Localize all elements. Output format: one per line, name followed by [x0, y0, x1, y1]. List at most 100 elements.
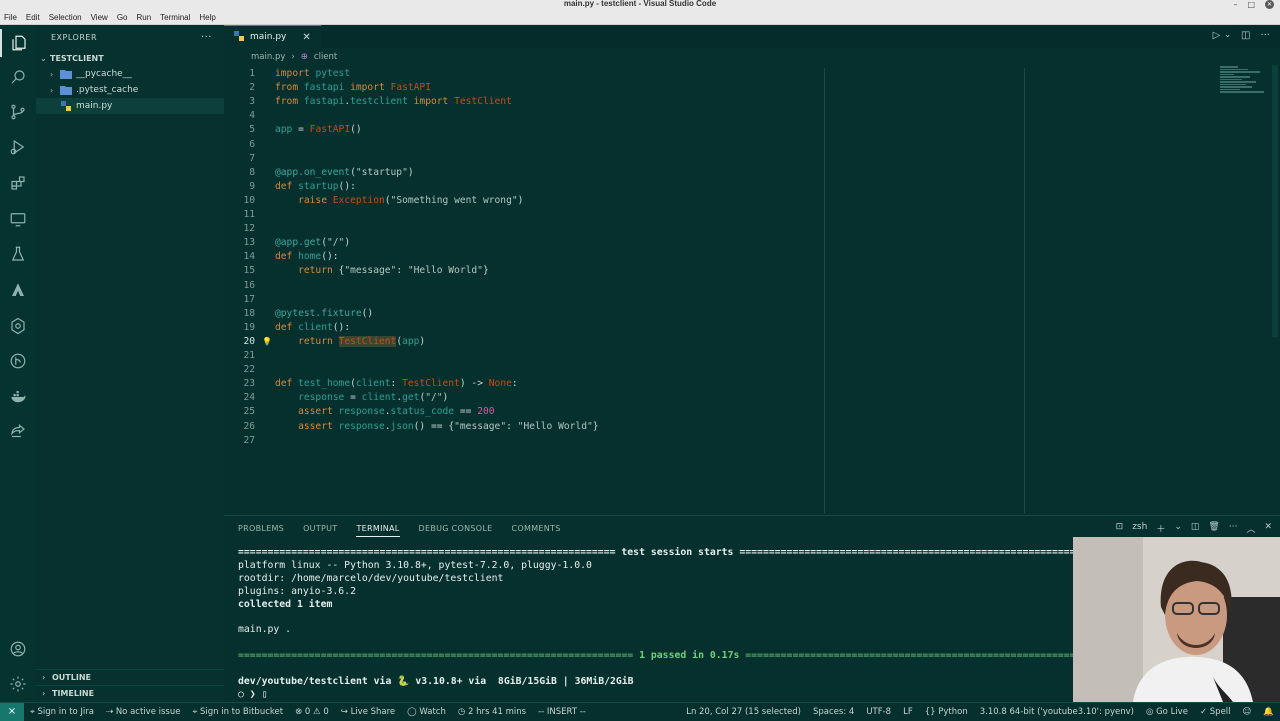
settings-gear-icon[interactable]	[0, 670, 36, 698]
menu-file[interactable]: File	[4, 13, 17, 22]
status-jira[interactable]: ⌖ Sign in to Jira	[24, 707, 100, 717]
status-language[interactable]: {} Python	[919, 707, 974, 717]
tree-item-main-py[interactable]: main.py	[36, 98, 224, 114]
terminal-input[interactable]: ○ ❯ ▯	[238, 689, 1140, 702]
code-line[interactable]: 23 def test_home(client: TestClient) -> N…	[224, 377, 1124, 391]
testing-icon[interactable]	[0, 240, 36, 268]
code-line[interactable]: 2 from fastapi import FastAPI	[224, 81, 1124, 95]
code-line[interactable]: 4	[224, 109, 1124, 123]
breadcrumb-file[interactable]: main.py	[251, 52, 285, 62]
explorer-icon[interactable]	[0, 29, 36, 57]
source-control-icon[interactable]	[0, 98, 36, 126]
status-encoding[interactable]: UTF-8	[860, 707, 897, 717]
code-line[interactable]: 1 import pytest	[224, 67, 1124, 81]
code-line[interactable]: 13 @app.get("/")	[224, 236, 1124, 250]
chevron-down-icon[interactable]: ⌄	[1174, 522, 1182, 535]
status-interpreter[interactable]: 3.10.8 64-bit ('youtube3.10': pyenv)	[974, 707, 1140, 717]
split-editor-icon[interactable]: ◫	[1241, 30, 1250, 41]
close-tab-icon[interactable]: ✕	[302, 32, 310, 43]
notifications-bell-icon[interactable]: 🔔	[1257, 707, 1280, 717]
status-issue[interactable]: ⇢ No active issue	[100, 707, 186, 717]
editor-scrollbar[interactable]	[1272, 65, 1278, 337]
project-folder[interactable]: ⌄ TESTCLIENT	[36, 50, 224, 66]
code-line[interactable]: 16	[224, 279, 1124, 293]
menu-edit[interactable]: Edit	[26, 13, 40, 22]
remote-indicator-icon[interactable]: ⨯	[0, 702, 24, 721]
minimap[interactable]	[1210, 65, 1280, 125]
tab-main-py[interactable]: main.py ✕	[224, 25, 321, 48]
tab-debug-console[interactable]: DEBUG CONSOLE	[419, 524, 493, 533]
menu-selection[interactable]: Selection	[49, 13, 82, 22]
code-line[interactable]: 11	[224, 208, 1124, 222]
chevron-down-icon[interactable]: ⌄	[1224, 30, 1231, 41]
code-line[interactable]: 18 @pytest.fixture()	[224, 307, 1124, 321]
tab-comments[interactable]: COMMENTS	[512, 524, 561, 533]
shell-name[interactable]: zsh	[1132, 522, 1147, 535]
account-icon[interactable]	[0, 635, 36, 663]
code-line[interactable]: 26 assert response.json() == {"message":…	[224, 420, 1124, 434]
tab-terminal[interactable]: TERMINAL	[356, 524, 400, 537]
code-line[interactable]: 17	[224, 293, 1124, 307]
status-problems[interactable]: ⊗ 0 ⚠ 0	[289, 707, 335, 717]
code-line[interactable]: 24 response = client.get("/")	[224, 391, 1124, 405]
menu-run[interactable]: Run	[136, 13, 151, 22]
tab-output[interactable]: OUTPUT	[303, 524, 337, 533]
lightbulb-icon[interactable]: 💡	[262, 335, 272, 349]
live-share-icon[interactable]	[0, 418, 36, 446]
code-line[interactable]: 21	[224, 349, 1124, 363]
terminal-output[interactable]: ========================================…	[238, 547, 1140, 702]
tree-item-pycache[interactable]: › __pycache__	[36, 66, 224, 82]
more-actions-icon[interactable]: ···	[1260, 30, 1270, 41]
tab-problems[interactable]: PROBLEMS	[238, 524, 284, 533]
menu-view[interactable]: View	[91, 13, 108, 22]
code-line[interactable]: 8 @app.on_event("startup")	[224, 166, 1124, 180]
new-terminal-icon[interactable]: ＋	[1156, 522, 1165, 535]
menu-go[interactable]: Go	[117, 13, 128, 22]
more-actions-icon[interactable]: ···	[201, 32, 212, 43]
git-graph-icon[interactable]	[0, 347, 36, 375]
code-line[interactable]: 10 raise Exception("Something went wrong…	[224, 194, 1124, 208]
status-spell[interactable]: ✓ Spell	[1194, 707, 1237, 717]
code-line[interactable]: 15 return {"message": "Hello World"}	[224, 264, 1124, 278]
maximize-icon[interactable]: □	[1247, 0, 1255, 9]
status-golive[interactable]: ◎ Go Live	[1140, 707, 1194, 717]
status-spaces[interactable]: Spaces: 4	[807, 707, 860, 717]
outline-section[interactable]: › OUTLINE	[36, 669, 224, 685]
minimize-icon[interactable]: –	[1233, 0, 1237, 9]
docker-icon[interactable]	[0, 383, 36, 411]
code-line[interactable]: 14 def home():	[224, 250, 1124, 264]
trash-icon[interactable]: 🗑	[1208, 522, 1219, 535]
search-icon[interactable]	[0, 63, 36, 91]
close-panel-icon[interactable]: ✕	[1264, 522, 1272, 535]
status-liveshare[interactable]: ↪ Live Share	[335, 707, 401, 717]
code-line[interactable]: 3 from fastapi.testclient import TestClie…	[224, 95, 1124, 109]
menu-help[interactable]: Help	[199, 13, 215, 22]
timeline-section[interactable]: › TIMELINE	[36, 685, 224, 701]
gitlens-icon[interactable]	[0, 312, 36, 340]
code-line[interactable]: 25 assert response.status_code == 200	[224, 405, 1124, 419]
breadcrumb-symbol[interactable]: client	[314, 52, 337, 62]
code-line[interactable]: 27	[224, 434, 1124, 448]
code-line[interactable]: 💡 20 return TestClient(app)	[224, 335, 1124, 349]
code-line[interactable]: 19 def client():	[224, 321, 1124, 335]
status-watch[interactable]: ◯ Watch	[401, 707, 452, 717]
run-python-file-icon[interactable]: ▷	[1213, 30, 1221, 41]
more-actions-icon[interactable]: ···	[1229, 522, 1238, 535]
status-time[interactable]: ◷ 2 hrs 41 mins	[452, 707, 532, 717]
remote-explorer-icon[interactable]	[0, 205, 36, 233]
copilot-icon[interactable]: ☺	[1237, 707, 1258, 717]
atlassian-icon[interactable]	[0, 276, 36, 304]
status-position[interactable]: Ln 20, Col 27 (15 selected)	[680, 707, 807, 717]
code-line[interactable]: 6	[224, 138, 1124, 152]
extensions-icon[interactable]	[0, 169, 36, 197]
code-line[interactable]: 12	[224, 222, 1124, 236]
split-terminal-icon[interactable]: ◫	[1191, 522, 1200, 535]
menu-terminal[interactable]: Terminal	[160, 13, 190, 22]
code-line[interactable]: 7	[224, 152, 1124, 166]
run-debug-icon[interactable]	[0, 133, 36, 161]
code-line[interactable]: 5 app = FastAPI()	[224, 123, 1124, 137]
tree-item-pytest-cache[interactable]: › .pytest_cache	[36, 82, 224, 98]
maximize-panel-icon[interactable]: ︿	[1246, 522, 1255, 535]
status-bitbucket[interactable]: ⌖ Sign in to Bitbucket	[186, 707, 289, 717]
code-line[interactable]: 22	[224, 363, 1124, 377]
